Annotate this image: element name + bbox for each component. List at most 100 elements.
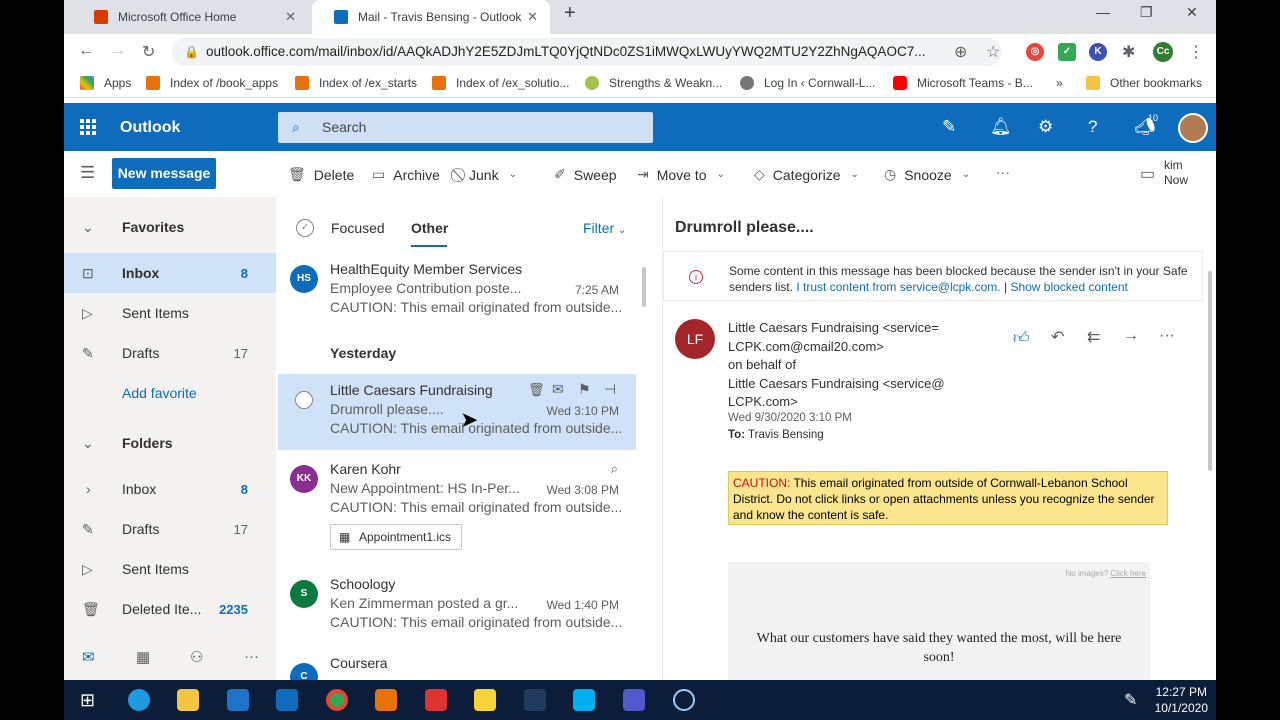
delete-button[interactable]: 🗑︎ Delete — [288, 166, 354, 183]
sweep-button[interactable]: ✐ Sweep — [554, 166, 617, 183]
move-to-button[interactable]: ⇥ Move to ⌄ — [637, 166, 725, 183]
list-item[interactable]: KK Karen Kohr New Appointment: HS In-Per… — [278, 453, 636, 553]
search-input[interactable]: ⌕ Search — [278, 112, 653, 143]
system-clock[interactable]: 12:27 PM 10/1/2020 — [1155, 684, 1208, 716]
windows-start-icon[interactable]: ⊞ — [80, 690, 95, 711]
list-item[interactable]: C Coursera — [278, 647, 636, 680]
new-tab-icon[interactable]: + — [564, 2, 576, 25]
bell-icon[interactable]: 🔔︎ — [990, 117, 1012, 137]
sender-line[interactable]: Little Caesars Fundraising <service@ — [728, 375, 945, 394]
trash-icon[interactable]: 🗑︎ — [528, 382, 545, 398]
reminder[interactable]: kim Now — [1164, 158, 1188, 188]
chevron-down-icon[interactable]: ⌄ — [850, 169, 858, 180]
sticky-notes-icon[interactable] — [474, 689, 496, 711]
click-here-link[interactable]: Click here — [1110, 569, 1146, 578]
archive-button[interactable]: ▭ Archive — [372, 166, 440, 183]
trust-sender-link[interactable]: I trust content from service@lcpk.com. — [796, 280, 1000, 294]
categorize-button[interactable]: ◇ Categorize ⌄ — [754, 166, 859, 183]
folder-item-sent[interactable]: ▷ Sent Items — [64, 549, 276, 589]
list-item[interactable]: HS HealthEquity Member Services Employee… — [278, 253, 636, 327]
skype-icon[interactable] — [573, 689, 595, 711]
mark-read-icon[interactable]: ✉ — [552, 381, 564, 398]
add-favorite-link[interactable]: Add favorite — [64, 373, 276, 413]
tab-focused[interactable]: Focused — [331, 220, 385, 236]
forward-icon[interactable]: → — [1123, 327, 1139, 345]
folder-item-drafts[interactable]: ✎ Drafts 17 — [64, 509, 276, 549]
scrollbar-thumb[interactable] — [1208, 271, 1212, 471]
select-checkbox[interactable] — [295, 391, 313, 409]
teams-icon[interactable] — [623, 689, 645, 711]
folders-header[interactable]: ⌄ Folders — [64, 423, 276, 463]
close-tab-icon[interactable]: ✕ — [527, 9, 538, 25]
sidebar-item-sent[interactable]: ▷ Sent Items — [64, 293, 276, 333]
list-item[interactable]: S Schoology Ken Zimmerman posted a gr...… — [278, 568, 636, 642]
typora-icon[interactable] — [524, 689, 546, 711]
bookmark-apps[interactable]: Apps — [80, 76, 131, 90]
sender-line[interactable]: LCPK.com> — [728, 393, 945, 412]
bookmark-log-in[interactable]: Log In ‹ Cornwall-L... — [740, 76, 875, 90]
outlook-icon[interactable] — [276, 689, 298, 711]
minimize-icon[interactable]: — — [1096, 4, 1110, 20]
more-bookmarks[interactable]: » — [1056, 76, 1063, 90]
more-actions-icon[interactable]: ··· — [1159, 327, 1175, 345]
like-icon[interactable]: 👍︎ — [1013, 329, 1030, 348]
maximize-icon[interactable]: ❐ — [1140, 4, 1153, 21]
chevron-down-icon[interactable]: ⌄ — [717, 169, 725, 180]
star-icon[interactable]: ☆ — [986, 42, 1000, 62]
pin-icon[interactable]: ⊣ — [604, 381, 616, 398]
close-tab-icon[interactable]: ✕ — [285, 9, 296, 25]
sender-line[interactable]: Little Caesars Fundraising <service= — [728, 319, 945, 338]
pen-icon[interactable]: ✎ — [1124, 690, 1137, 710]
chevron-down-icon[interactable]: ⌄ — [962, 169, 970, 180]
profile-icon[interactable]: Cc — [1153, 42, 1173, 62]
obs-icon[interactable] — [673, 689, 695, 711]
forward-icon[interactable]: → — [110, 42, 126, 60]
attachment-chip[interactable]: ▦ Appointment1.ics — [330, 524, 462, 550]
bookmark-ex-starts[interactable]: Index of /ex_starts — [295, 76, 417, 90]
chrome-icon[interactable] — [326, 689, 348, 711]
install-icon[interactable]: ⊕ — [954, 42, 967, 62]
file-explorer-icon[interactable] — [177, 689, 199, 711]
list-item[interactable]: Little Caesars Fundraising Drumroll plea… — [278, 374, 636, 450]
tab-office-home[interactable]: Microsoft Office Home ✕ — [72, 0, 308, 34]
extension-icon[interactable]: ✓ — [1058, 43, 1076, 61]
flag-icon[interactable]: ⚑ — [578, 381, 591, 398]
show-blocked-content-link[interactable]: Show blocked content — [1010, 280, 1127, 294]
pdf-icon[interactable] — [425, 689, 447, 711]
calendar-icon[interactable]: ▦ — [136, 648, 150, 666]
reply-icon[interactable]: ↶ — [1051, 327, 1064, 347]
more-actions-button[interactable]: ··· — [996, 164, 1010, 180]
app-launcher-icon[interactable] — [80, 119, 96, 135]
reply-all-icon[interactable]: ⇇ — [1087, 327, 1100, 347]
kebab-menu-icon[interactable]: ⋮ — [1188, 42, 1204, 62]
more-apps-icon[interactable]: ··· — [244, 648, 259, 665]
folder-item-inbox[interactable]: › Inbox 8 — [64, 469, 276, 509]
mail-icon[interactable]: ✉ — [82, 648, 95, 666]
new-message-button[interactable]: New message — [112, 158, 216, 189]
scrollbar-thumb[interactable] — [642, 267, 646, 307]
puzzle-icon[interactable]: ✱ — [1122, 42, 1135, 62]
snooze-button[interactable]: ◷ Snooze ⌄ — [884, 166, 970, 183]
filter-button[interactable]: Filter ⌄ — [583, 220, 626, 236]
favorites-header[interactable]: ⌄ Favorites — [64, 207, 276, 247]
bookmark-other[interactable]: Other bookmarks — [1086, 76, 1202, 90]
url-field[interactable]: 🔒 outlook.office.com/mail/inbox/id/AAQkA… — [172, 38, 1002, 66]
help-icon[interactable]: ? — [1088, 117, 1097, 137]
select-all-icon[interactable]: ✓ — [296, 219, 314, 237]
extension-icon[interactable]: ◎ — [1026, 43, 1044, 61]
bookmark-book-apps[interactable]: Index of /book_apps — [146, 76, 278, 90]
gear-icon[interactable]: ⚙ — [1038, 117, 1053, 137]
store-icon[interactable] — [227, 689, 249, 711]
recipient-name[interactable]: Travis Bensing — [748, 429, 824, 441]
tab-outlook-mail[interactable]: Mail - Travis Bensing - Outlook ✕ — [312, 0, 550, 34]
sidebar-item-drafts[interactable]: ✎ Drafts 17 — [64, 333, 276, 373]
folder-item-deleted[interactable]: 🗑︎ Deleted Ite... 2235 — [64, 589, 276, 629]
sender-line[interactable]: LCPK.com@cmail20.com> — [728, 338, 945, 357]
close-window-icon[interactable]: ✕ — [1186, 4, 1198, 21]
brackets-icon[interactable] — [375, 689, 397, 711]
bookmark-ex-solutio[interactable]: Index of /ex_solutio... — [432, 76, 569, 90]
chevron-down-icon[interactable]: ⌄ — [509, 169, 517, 180]
bookmark-teams[interactable]: Microsoft Teams - B... — [893, 76, 1033, 90]
back-icon[interactable]: ← — [78, 42, 94, 60]
calendar-reminder-icon[interactable]: ▭ — [1140, 164, 1155, 184]
